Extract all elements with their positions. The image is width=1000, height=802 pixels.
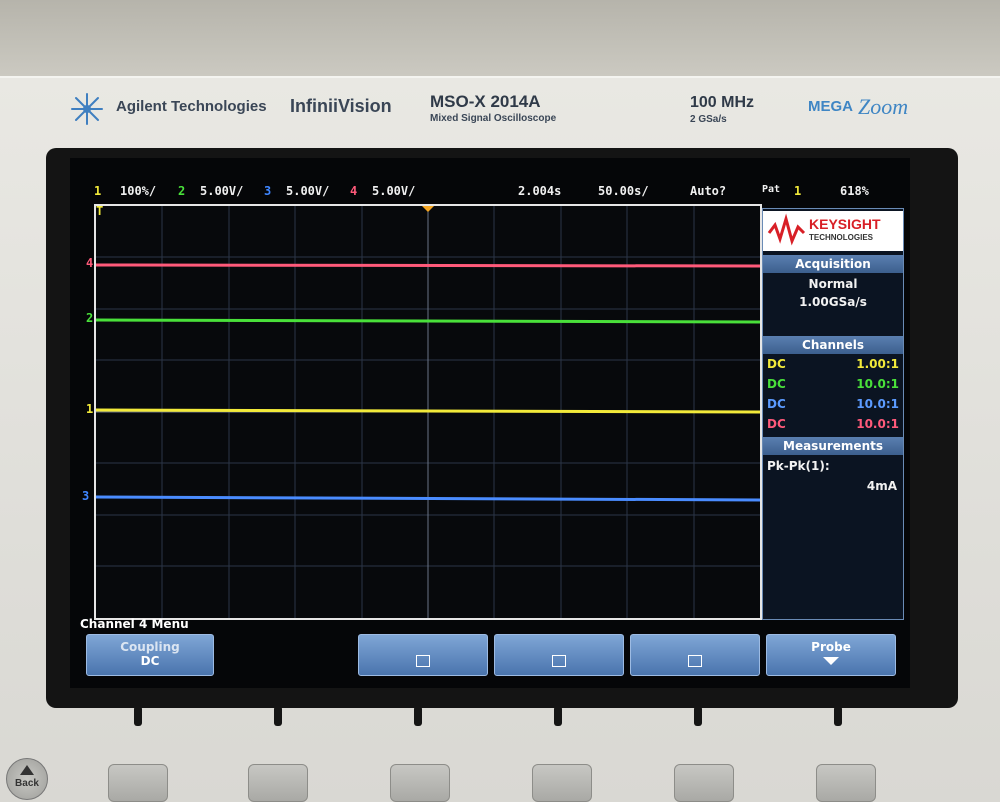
softkey-bar: Coupling DC Probe <box>70 634 910 684</box>
acquisition-rate: 1.00GSa/s <box>799 295 867 309</box>
ch3-number: 3 <box>264 184 272 198</box>
ch1-scale[interactable]: 100%/ <box>120 184 156 198</box>
oscilloscope-screen: 1 100%/ 2 5.00V/ 3 5.00V/ 4 5.00V/ 2.004… <box>70 158 910 688</box>
softkey-1-button[interactable] <box>134 706 142 726</box>
checkbox-icon <box>552 655 566 667</box>
checkbox-icon <box>416 655 430 667</box>
coupling-softkey-label: Coupling <box>120 640 180 654</box>
pattern-label: Pat <box>762 184 781 195</box>
back-arrow-icon <box>20 765 34 775</box>
ch4-probe-ratio: 10.0:1 <box>856 417 899 431</box>
keysight-wave-icon <box>767 213 806 246</box>
waveform-grid[interactable] <box>94 204 762 620</box>
ch1-number: 1 <box>94 184 102 198</box>
ch2-probe-ratio: 10.0:1 <box>856 377 899 391</box>
model-name: MSO-X 2014A <box>430 92 541 111</box>
ch4-coupling: DC <box>767 417 786 431</box>
ch1-probe-ratio: 1.00:1 <box>856 357 899 371</box>
softkey-5[interactable] <box>630 634 760 676</box>
softkey-3-button[interactable] <box>414 706 422 726</box>
megazoom-mega: MEGA <box>808 98 853 115</box>
pattern-channel: 1 <box>794 184 802 198</box>
softkey-5-button[interactable] <box>694 706 702 726</box>
submenu-arrow-icon <box>823 657 839 665</box>
measurement-value: 4mA <box>866 479 897 493</box>
checkbox-icon <box>688 655 702 667</box>
front-button-5[interactable] <box>674 764 734 802</box>
time-scale[interactable]: 50.00s/ <box>598 184 649 198</box>
trigger-mode[interactable]: Auto? <box>690 184 726 198</box>
channel-row-4: DC 10.0:1 <box>767 417 899 433</box>
acquisition-mode: Normal <box>808 277 858 291</box>
ch2-trace <box>95 318 761 324</box>
front-button-1[interactable] <box>108 764 168 802</box>
menu-title: Channel 4 Menu <box>80 617 189 631</box>
ch4-ground-marker[interactable]: 4 <box>86 256 93 270</box>
model-description: Mixed Signal Oscilloscope <box>430 113 557 124</box>
keysight-logo: KEYSIGHT TECHNOLOGIES <box>763 211 903 251</box>
front-button-3[interactable] <box>390 764 450 802</box>
agilent-spark-icon <box>71 93 103 125</box>
softkey-2-button[interactable] <box>274 706 282 726</box>
channel-row-2: DC 10.0:1 <box>767 377 899 393</box>
channels-header[interactable]: Channels <box>763 336 903 354</box>
coupling-softkey-value: DC <box>140 654 160 668</box>
megazoom-zoom: Zoom <box>858 94 909 119</box>
bandwidth-label: 100 MHz <box>690 94 755 111</box>
coupling-softkey[interactable]: Coupling DC <box>86 634 214 676</box>
probe-softkey-label: Probe <box>811 640 851 654</box>
acquisition-header[interactable]: Acquisition <box>763 255 903 273</box>
ch2-ground-marker[interactable]: 2 <box>86 311 93 325</box>
back-button-label: Back <box>15 778 39 789</box>
brand-bar: Agilent Technologies InfiniiVision MSO-X… <box>58 82 958 138</box>
keysight-name: KEYSIGHT <box>809 216 881 232</box>
ch4-scale[interactable]: 5.00V/ <box>372 184 415 198</box>
front-button-4[interactable] <box>532 764 592 802</box>
sample-rate-spec: 2 GSa/s <box>690 114 727 125</box>
keysight-sub: TECHNOLOGIES <box>809 233 874 242</box>
pattern-value: 618% <box>840 184 869 198</box>
ch1-trace <box>95 408 761 414</box>
ch3-coupling: DC <box>767 397 786 411</box>
back-button[interactable]: Back <box>6 758 48 800</box>
ch3-scale[interactable]: 5.00V/ <box>286 184 329 198</box>
ch2-coupling: DC <box>767 377 786 391</box>
channel-row-3: DC 10.0:1 <box>767 397 899 413</box>
ch3-probe-ratio: 10.0:1 <box>856 397 899 411</box>
ch1-coupling: DC <box>767 357 786 371</box>
trigger-position-marker <box>422 206 434 212</box>
time-position[interactable]: 2.004s <box>518 184 561 198</box>
softkey-3[interactable] <box>358 634 488 676</box>
ch3-trace <box>95 495 761 502</box>
measurement-label: Pk-Pk(1): <box>767 459 830 473</box>
ch4-trace <box>95 263 761 268</box>
graticule <box>95 206 761 618</box>
ch2-number: 2 <box>178 184 186 198</box>
softkey-6-button[interactable] <box>834 706 842 726</box>
front-button-2[interactable] <box>248 764 308 802</box>
softkey-4-button[interactable] <box>554 706 562 726</box>
ch3-ground-marker[interactable]: 3 <box>82 489 89 503</box>
ch4-number: 4 <box>350 184 358 198</box>
status-bar: 1 100%/ 2 5.00V/ 3 5.00V/ 4 5.00V/ 2.004… <box>70 182 910 204</box>
measurements-header[interactable]: Measurements <box>763 437 903 455</box>
trigger-level-marker[interactable]: T <box>96 204 103 218</box>
softkey-4[interactable] <box>494 634 624 676</box>
brand-company: Agilent Technologies <box>116 98 267 115</box>
brand-series: InfiniiVision <box>290 96 392 116</box>
probe-softkey[interactable]: Probe <box>766 634 896 676</box>
channel-row-1: DC 1.00:1 <box>767 357 899 373</box>
ch2-scale[interactable]: 5.00V/ <box>200 184 243 198</box>
front-button-6[interactable] <box>816 764 876 802</box>
ch1-ground-marker[interactable]: 1 <box>86 402 93 416</box>
sidebar-panel: KEYSIGHT TECHNOLOGIES Acquisition Normal… <box>762 208 904 620</box>
